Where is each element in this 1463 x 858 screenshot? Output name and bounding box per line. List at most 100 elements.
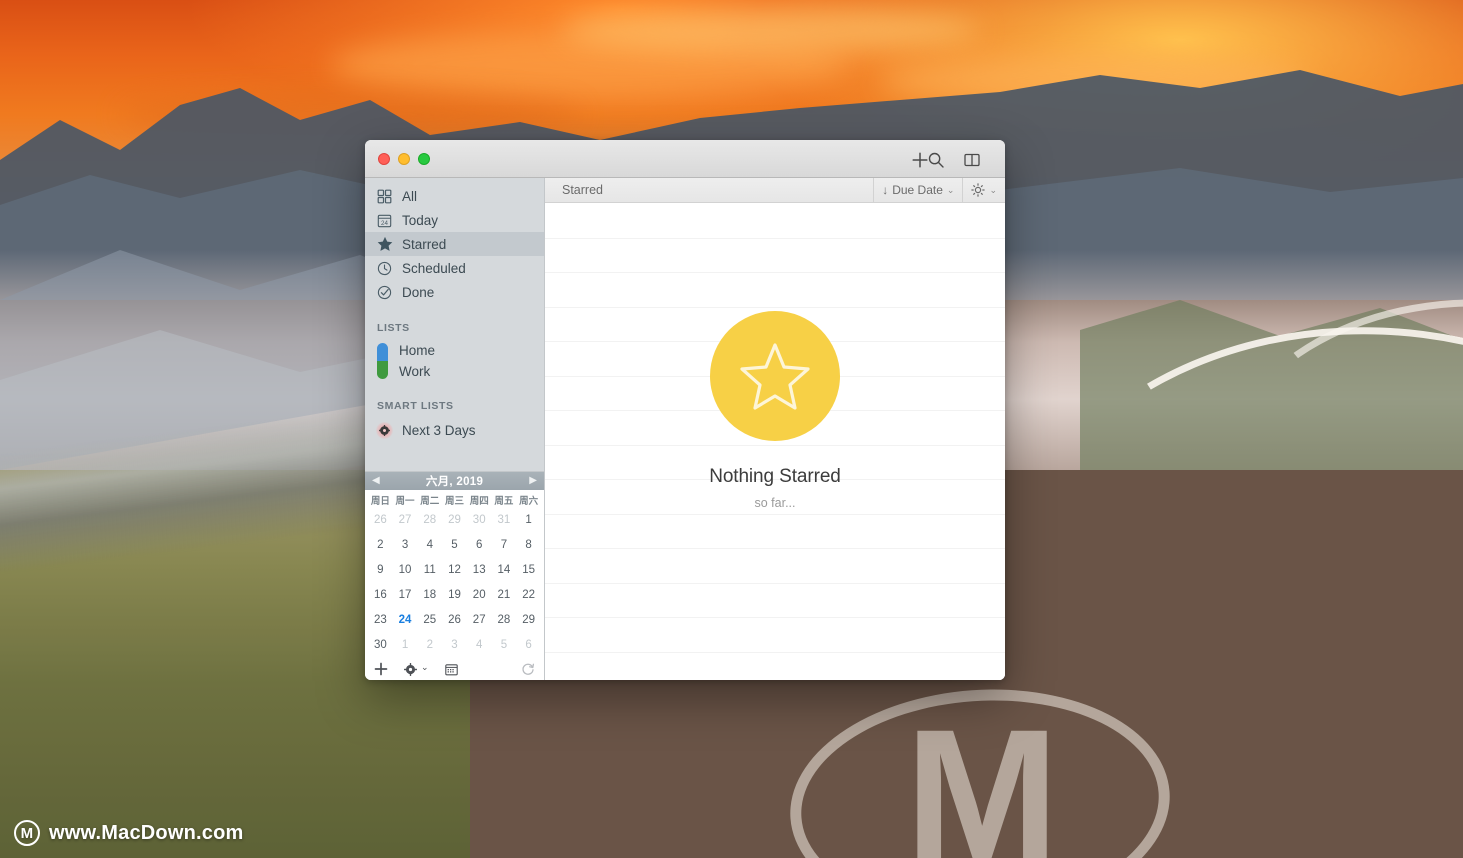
smart-list-label: Next 3 Days	[402, 422, 476, 438]
sidebar-item-all[interactable]: All	[365, 184, 544, 208]
sidebar-item-label: Today	[402, 212, 439, 228]
calendar-weekday: 周三	[444, 496, 464, 507]
grid-icon	[376, 188, 393, 205]
watermark: M www.MacDown.com	[14, 820, 244, 846]
sidebar-list-home[interactable]: Home	[377, 340, 544, 361]
calendar-day[interactable]: 27	[467, 608, 492, 633]
calendar-day[interactable]: 22	[516, 583, 541, 608]
calendar-day[interactable]: 20	[467, 583, 492, 608]
empty-state-subtitle: so far...	[754, 496, 796, 510]
calendar-day[interactable]: 19	[442, 583, 467, 608]
calendar-day[interactable]: 14	[492, 558, 517, 583]
calendar-week-row: 30 1 2 3 4 5 6	[365, 633, 544, 658]
calendar-day[interactable]: 12	[442, 558, 467, 583]
calendar-day[interactable]: 4	[467, 633, 492, 658]
calendar-day[interactable]: 31	[492, 508, 517, 533]
calendar-day[interactable]: 26	[368, 508, 393, 533]
calendar-day[interactable]: 26	[442, 608, 467, 633]
minimize-window-button[interactable]	[398, 152, 410, 165]
sidebar-toggle-button[interactable]	[959, 147, 985, 173]
calendar-day[interactable]: 3	[442, 633, 467, 658]
calendar-day[interactable]: 13	[467, 558, 492, 583]
calendar-prev-month-button[interactable]: ◀	[372, 476, 380, 486]
calendar-day[interactable]: 11	[417, 558, 442, 583]
calendar-24-icon: 24	[376, 212, 393, 229]
sidebar-item-label: Done	[402, 284, 435, 300]
view-options-control[interactable]: ⌄	[962, 177, 1005, 203]
calendar-day[interactable]: 15	[516, 558, 541, 583]
calendar-weekday-row: 周日 周一 周二 周三 周四 周五 周六	[365, 493, 544, 507]
calendar-day[interactable]: 5	[442, 533, 467, 558]
task-list-area[interactable]: Nothing Starred so far...	[545, 203, 1005, 680]
calendar-day[interactable]: 23	[368, 608, 393, 633]
row-separator	[545, 306, 1005, 308]
calendar-day[interactable]: 1	[393, 633, 418, 658]
calendar-day[interactable]: 27	[393, 508, 418, 533]
calendar-day[interactable]: 18	[417, 583, 442, 608]
sidebar-item-scheduled[interactable]: Scheduled	[365, 256, 544, 280]
search-button[interactable]	[923, 147, 949, 173]
page-title: Starred	[562, 183, 603, 197]
sidebar-item-starred[interactable]: Starred	[365, 232, 544, 256]
calendar-day[interactable]: 4	[417, 533, 442, 558]
calendar-day[interactable]: 29	[516, 608, 541, 633]
window-titlebar[interactable]	[365, 140, 1005, 178]
sort-control[interactable]: ↓ Due Date ⌄	[873, 177, 962, 203]
calendar-refresh-button[interactable]	[521, 662, 535, 676]
plus-icon	[374, 662, 388, 676]
calendar-day[interactable]: 25	[417, 608, 442, 633]
calendar-settings-button[interactable]: ⌄	[404, 662, 429, 676]
search-icon	[928, 152, 944, 168]
sidebar-smart-list-next-3-days[interactable]: Next 3 Days	[365, 418, 544, 442]
brightness-icon	[971, 183, 986, 197]
traffic-lights	[365, 152, 430, 165]
calendar-day[interactable]: 21	[492, 583, 517, 608]
calendar-view-button[interactable]	[444, 663, 458, 676]
gear-icon	[376, 421, 393, 439]
smart-lists-section-header: SMART LISTS	[377, 400, 454, 412]
list-color-work	[377, 361, 388, 379]
empty-state: Nothing Starred so far...	[545, 311, 1005, 510]
row-separator	[545, 237, 1005, 239]
calendar-week-row: 9 10 11 12 13 14 15	[365, 558, 544, 583]
close-window-button[interactable]	[378, 152, 390, 165]
calendar-day[interactable]: 30	[467, 508, 492, 533]
calendar-day[interactable]: 6	[467, 533, 492, 558]
calendar-day[interactable]: 28	[417, 508, 442, 533]
calendar-weekday: 周二	[420, 496, 440, 507]
calendar-day[interactable]: 2	[417, 633, 442, 658]
sort-direction-icon: ↓	[882, 183, 889, 197]
calendar-day[interactable]: 9	[368, 558, 393, 583]
row-separator	[545, 617, 1005, 618]
calendar-add-button[interactable]	[374, 662, 388, 676]
calendar-day[interactable]: 2	[368, 533, 393, 558]
calendar-day[interactable]: 1	[516, 508, 541, 533]
sidebar-item-label: Scheduled	[402, 260, 466, 276]
sidebar-item-today[interactable]: 24 Today	[365, 208, 544, 232]
app-window: All 24 Today Starred Scheduled Done LIST…	[365, 140, 1005, 680]
calendar-day[interactable]: 17	[393, 583, 418, 608]
calendar-day[interactable]: 29	[442, 508, 467, 533]
star-filled-icon	[376, 236, 393, 253]
calendar-day[interactable]: 7	[492, 533, 517, 558]
maximize-window-button[interactable]	[418, 152, 430, 165]
calendar-day-today[interactable]: 24	[393, 608, 418, 633]
sidebar-list-work[interactable]: Work	[377, 361, 544, 382]
calendar-day[interactable]: 8	[516, 533, 541, 558]
row-separator	[545, 513, 1005, 515]
sidebar-item-done[interactable]: Done	[365, 280, 544, 304]
sidebar: All 24 Today Starred Scheduled Done LIST…	[365, 178, 545, 680]
svg-text:24: 24	[381, 219, 388, 226]
row-separator	[545, 651, 1005, 653]
calendar-day[interactable]: 30	[368, 633, 393, 658]
calendar-day[interactable]: 6	[516, 633, 541, 658]
calendar-day[interactable]: 5	[492, 633, 517, 658]
calendar-day[interactable]: 16	[368, 583, 393, 608]
calendar-next-month-button[interactable]: ▶	[529, 476, 537, 486]
row-separator	[545, 582, 1005, 584]
clock-icon	[376, 260, 393, 277]
calendar-day[interactable]: 10	[393, 558, 418, 583]
calendar-day[interactable]: 3	[393, 533, 418, 558]
calendar-day[interactable]: 28	[492, 608, 517, 633]
